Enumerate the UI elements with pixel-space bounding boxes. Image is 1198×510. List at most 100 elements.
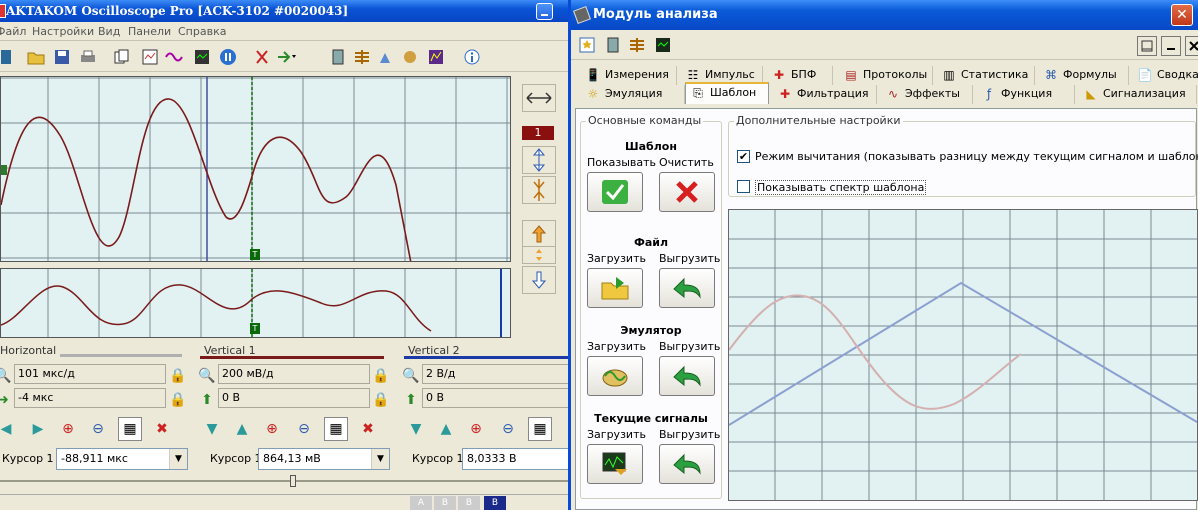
template-plot[interactable] bbox=[728, 209, 1198, 501]
minimize-icon[interactable] bbox=[1161, 36, 1181, 56]
analysis-icon[interactable] bbox=[376, 47, 396, 67]
v1-scale-field[interactable]: 200 мВ/д bbox=[218, 364, 370, 384]
menu-view[interactable]: Вид bbox=[98, 25, 120, 38]
signal-icon[interactable] bbox=[164, 47, 184, 67]
close-icon[interactable]: ✕ bbox=[1171, 4, 1193, 26]
cursor-arrow-icon[interactable] bbox=[276, 47, 296, 67]
zoom-out-icon[interactable]: ⊖ bbox=[86, 417, 110, 441]
channel-badge[interactable]: 1 bbox=[522, 126, 554, 140]
show-template-button[interactable] bbox=[587, 172, 643, 212]
v1-down-icon[interactable]: ▼ bbox=[200, 417, 224, 441]
save-icon[interactable] bbox=[52, 47, 72, 67]
menu-settings[interactable]: Настройки bbox=[32, 25, 94, 38]
load-emulator-button[interactable] bbox=[587, 356, 643, 396]
shift-right-icon[interactable]: ▶ bbox=[26, 417, 50, 441]
unload-emulator-button[interactable] bbox=[659, 356, 715, 396]
tab-emulation[interactable]: ☼ Эмуляция bbox=[581, 85, 685, 104]
main-title-bar[interactable]: AKTAKOM Oscilloscope Pro [ACK-3102 #0020… bbox=[0, 0, 568, 22]
status-tab-b-active[interactable]: B bbox=[484, 496, 506, 510]
v1-reset-icon[interactable]: ✖ bbox=[356, 417, 380, 441]
scope-view-icon[interactable] bbox=[653, 35, 673, 55]
open-folder-icon[interactable] bbox=[26, 47, 46, 67]
tab-statistics[interactable]: ▥ Статистика bbox=[937, 66, 1035, 85]
show-spectrum-checkbox[interactable] bbox=[737, 180, 750, 193]
tab-filtering[interactable]: ✚ Фильтрация bbox=[773, 85, 877, 104]
move-down-button[interactable] bbox=[522, 266, 556, 294]
tab-fft[interactable]: ✚ БПФ bbox=[767, 66, 833, 85]
autoscale-icon[interactable]: ▦ bbox=[118, 417, 142, 441]
close-panel-icon[interactable] bbox=[1185, 36, 1198, 56]
v2-autoscale-icon[interactable]: ▦ bbox=[528, 417, 552, 441]
tab-formulas[interactable]: ⌘ Формулы bbox=[1039, 66, 1129, 85]
v2-zoom-out-icon[interactable]: ⊖ bbox=[496, 417, 520, 441]
channel-info-icon[interactable] bbox=[603, 35, 623, 55]
print-icon[interactable] bbox=[78, 47, 98, 67]
v1-cursor-select[interactable]: 864,13 мВ ▼ bbox=[258, 448, 390, 470]
unload-file-button[interactable] bbox=[659, 268, 715, 308]
subtract-mode-checkbox[interactable]: ✔ bbox=[737, 150, 750, 163]
cut-icon[interactable] bbox=[252, 47, 272, 67]
zoom-in-icon[interactable]: ⊕ bbox=[56, 417, 80, 441]
scope-view-icon[interactable] bbox=[192, 47, 212, 67]
v1-autoscale-icon[interactable]: ▦ bbox=[324, 417, 348, 441]
analysis-title-bar[interactable]: Модуль анализа ✕ bbox=[571, 0, 1198, 30]
measure-icon[interactable] bbox=[627, 35, 647, 55]
run-icon[interactable] bbox=[0, 47, 16, 67]
reset-icon[interactable]: ✖ bbox=[150, 417, 174, 441]
v1-zoom-out-icon[interactable]: ⊖ bbox=[292, 417, 316, 441]
position-slider-thumb[interactable] bbox=[290, 475, 296, 487]
load-current-button[interactable] bbox=[587, 444, 643, 484]
tab-summary[interactable]: 📄 Сводка bbox=[1133, 66, 1198, 85]
move-up-button[interactable] bbox=[522, 220, 556, 248]
chevron-down-icon[interactable]: ▼ bbox=[371, 449, 389, 469]
shift-left-icon[interactable]: ◀ bbox=[0, 417, 18, 441]
chevron-down-icon[interactable]: ▼ bbox=[169, 449, 187, 469]
secondary-scope-display[interactable]: T bbox=[0, 268, 511, 338]
copy-icon[interactable] bbox=[112, 47, 132, 67]
menu-panels[interactable]: Панели bbox=[128, 25, 171, 38]
chart-copy-icon[interactable] bbox=[140, 47, 160, 67]
v1-up-icon[interactable]: ▲ bbox=[230, 417, 254, 441]
h-offset-lock-icon[interactable]: 🔒 bbox=[168, 388, 188, 412]
expand-vertical-button[interactable] bbox=[522, 146, 556, 174]
measure-icon[interactable] bbox=[352, 47, 372, 67]
tab-effects[interactable]: ∿ Эффекты bbox=[881, 85, 973, 104]
compress-vertical-button[interactable] bbox=[522, 176, 556, 204]
timebase-field[interactable]: 101 мкс/д bbox=[14, 364, 166, 384]
tab-protocols[interactable]: ▤ Протоколы bbox=[839, 66, 933, 85]
v2-zoom-in-icon[interactable]: ⊕ bbox=[464, 417, 488, 441]
tab-alarm[interactable]: ◣ Сигнализация bbox=[1079, 85, 1197, 104]
timebase-lock-icon[interactable]: 🔒 bbox=[168, 364, 188, 388]
v2-up-icon[interactable]: ▲ bbox=[434, 417, 458, 441]
zoom-horizontal-button[interactable] bbox=[522, 84, 556, 112]
v2-scale-field[interactable]: 2 В/д bbox=[422, 364, 568, 384]
v1-offset-lock-icon[interactable]: 🔒 bbox=[372, 388, 390, 412]
v2-cursor-select[interactable]: 8,0333 В bbox=[462, 448, 568, 470]
info-icon[interactable] bbox=[462, 47, 482, 67]
load-file-button[interactable] bbox=[587, 268, 643, 308]
h-cursor-select[interactable]: -88,911 мкс ▼ bbox=[56, 448, 188, 470]
spectrum-icon[interactable] bbox=[426, 47, 446, 67]
dock-icon[interactable] bbox=[1137, 36, 1157, 56]
tab-template[interactable]: ⎘ Шаблон bbox=[685, 82, 769, 104]
tab-measurements[interactable]: 📱 Измерения bbox=[581, 66, 677, 85]
menu-help[interactable]: Справка bbox=[178, 25, 226, 38]
v2-offset-field[interactable]: 0 В bbox=[422, 388, 568, 408]
menu-file[interactable]: Файл bbox=[0, 25, 26, 38]
v1-zoom-in-icon[interactable]: ⊕ bbox=[260, 417, 284, 441]
tab-function[interactable]: ƒ Функция bbox=[977, 85, 1075, 104]
unload-current-button[interactable] bbox=[659, 444, 715, 484]
v2-down-icon[interactable]: ▼ bbox=[404, 417, 428, 441]
h-offset-field[interactable]: -4 мкс bbox=[14, 388, 166, 408]
star-doc-icon[interactable] bbox=[577, 35, 597, 55]
status-tab-b1[interactable]: B bbox=[434, 496, 456, 510]
pause-icon[interactable] bbox=[218, 47, 238, 67]
v1-offset-field[interactable]: 0 В bbox=[218, 388, 370, 408]
clear-template-button[interactable] bbox=[659, 172, 715, 212]
generator-icon[interactable] bbox=[400, 47, 420, 67]
status-tab-a[interactable]: A bbox=[410, 496, 432, 510]
minimize-button[interactable] bbox=[536, 3, 553, 20]
channel-info-icon[interactable] bbox=[328, 47, 348, 67]
v1-scale-lock-icon[interactable]: 🔒 bbox=[372, 364, 390, 388]
status-tab-b2[interactable]: B bbox=[458, 496, 480, 510]
